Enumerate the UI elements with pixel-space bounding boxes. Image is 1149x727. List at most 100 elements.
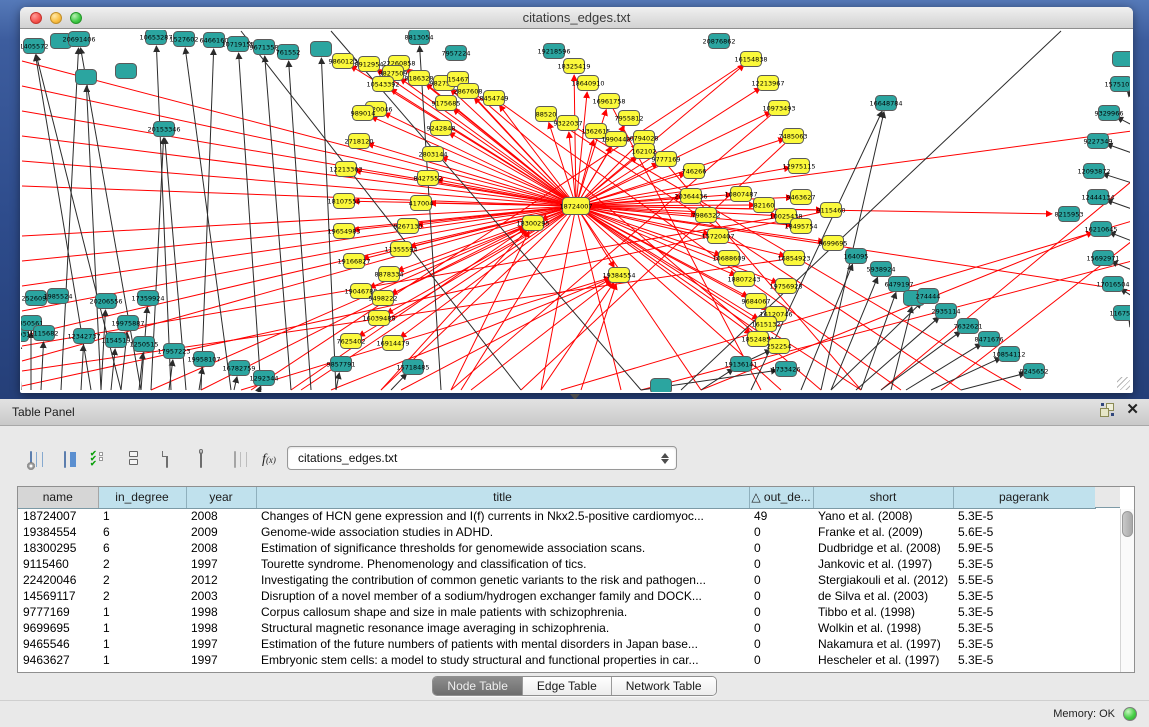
graph-node[interactable]: 11355594 xyxy=(384,242,417,257)
graph-node[interactable]: 2803144 xyxy=(419,147,448,162)
graph-node[interactable]: 17016504 xyxy=(1096,277,1129,292)
red-edge[interactable] xyxy=(576,131,1130,206)
import-table-disabled-button[interactable] xyxy=(222,446,248,472)
graph-node[interactable]: 18325419 xyxy=(557,59,590,74)
graph-node[interactable]: 8813054 xyxy=(405,30,434,45)
graph-node[interactable]: 8427552 xyxy=(414,171,443,186)
graph-node[interactable]: 1733426 xyxy=(772,362,801,377)
select-columns-button[interactable]: ✔✔✔ xyxy=(86,446,112,472)
graph-node[interactable]: 9699695 xyxy=(819,236,848,251)
graph-node[interactable]: 1405572 xyxy=(21,39,48,54)
graph-node[interactable]: 12213363 xyxy=(329,162,362,177)
graph-node[interactable]: 9245652 xyxy=(1020,364,1049,379)
graph-node[interactable]: 12213967 xyxy=(751,76,784,91)
black-edge[interactable] xyxy=(101,310,105,390)
graph-node[interactable]: 7957224 xyxy=(442,46,471,61)
tab-edge-table[interactable]: Edge Table xyxy=(523,677,612,695)
network-canvas[interactable]: 1405572206914061065328715276026466160107… xyxy=(21,30,1132,392)
graph-node[interactable]: 19218596 xyxy=(537,44,570,59)
graph-node[interactable]: 8878334 xyxy=(375,267,404,282)
delete-table-button[interactable] xyxy=(188,446,214,472)
graph-node[interactable]: 252254 xyxy=(767,339,792,354)
graph-node[interactable]: 9115460 xyxy=(817,203,846,218)
table-scrollbar-thumb[interactable] xyxy=(1122,511,1133,537)
graph-node[interactable]: 16914479 xyxy=(376,336,409,351)
black-edge[interactable] xyxy=(111,349,115,390)
graph-node[interactable]: 1167535 xyxy=(1110,306,1130,321)
graph-node[interactable]: 20876862 xyxy=(702,34,735,49)
network-window-titlebar[interactable]: citations_edges.txt xyxy=(20,7,1133,29)
graph-node[interactable]: 9684067 xyxy=(742,294,771,309)
graph-node[interactable]: 9322037 xyxy=(554,116,583,131)
column-visibility-button[interactable] xyxy=(52,446,78,472)
graph-node[interactable] xyxy=(1113,52,1131,67)
graph-node[interactable]: 5938924 xyxy=(867,262,896,277)
graph-node[interactable]: 10688609 xyxy=(712,251,745,266)
column-header-year[interactable]: year xyxy=(186,487,256,508)
red-edge[interactable] xyxy=(546,114,961,390)
graph-node[interactable]: 18640910 xyxy=(571,76,604,91)
graph-node[interactable]: 761552 xyxy=(276,45,301,60)
table-scrollbar[interactable] xyxy=(1120,509,1134,672)
graph-node[interactable]: 1527602 xyxy=(170,32,199,47)
graph-node[interactable]: 19958107 xyxy=(187,352,220,367)
red-edge[interactable] xyxy=(471,281,612,390)
red-edge[interactable] xyxy=(401,279,611,390)
graph-node[interactable]: 16210645 xyxy=(1084,222,1117,237)
column-header-pagerank[interactable]: pagerank xyxy=(953,487,1095,508)
black-edge[interactable] xyxy=(81,345,84,390)
graph-node[interactable]: 18724007 xyxy=(559,198,592,215)
graph-node[interactable]: 1250515 xyxy=(130,337,159,352)
graph-node[interactable]: 1990448 xyxy=(602,132,631,147)
table-row[interactable]: 1456911722003Disruption of a novel membe… xyxy=(18,588,1095,604)
black-edge[interactable] xyxy=(831,302,922,390)
graph-node[interactable]: 1615132 xyxy=(752,317,781,332)
graph-node[interactable]: 746266 xyxy=(682,164,707,179)
graph-node[interactable]: 9463627 xyxy=(787,190,816,205)
graph-node[interactable]: 9777169 xyxy=(652,152,681,167)
graph-node[interactable]: 1292344 xyxy=(250,371,279,386)
table-settings-button[interactable] xyxy=(18,446,44,472)
graph-node[interactable]: 7955812 xyxy=(615,111,644,126)
graph-node[interactable]: 9175685 xyxy=(432,96,461,111)
black-edge[interactable] xyxy=(185,48,231,390)
graph-node[interactable]: 8215953 xyxy=(1055,207,1084,222)
black-edge[interactable] xyxy=(239,53,261,390)
table-source-select[interactable]: citations_edges.txt xyxy=(287,446,677,470)
citation-graph[interactable]: 1405572206914061065328715276026466160107… xyxy=(21,30,1130,392)
red-edge[interactable] xyxy=(541,282,614,390)
black-edge[interactable] xyxy=(234,377,237,390)
graph-node[interactable]: 417004 xyxy=(409,196,434,211)
column-header-in_degree[interactable]: in_degree xyxy=(98,487,186,508)
graph-node[interactable]: 9329966 xyxy=(1095,106,1124,121)
column-header-out_de[interactable]: △ out_de... xyxy=(749,487,813,508)
black-edge[interactable] xyxy=(259,386,261,390)
graph-node[interactable]: 9242848 xyxy=(427,121,456,136)
black-edge[interactable] xyxy=(1109,232,1130,241)
table-row[interactable]: 977716911998Corpus callosum shape and si… xyxy=(18,604,1095,620)
graph-node[interactable]: 9671358 xyxy=(250,40,279,55)
graph-node[interactable]: 164095 xyxy=(844,249,869,264)
column-header-name[interactable]: name xyxy=(18,487,98,508)
red-edge[interactable] xyxy=(384,113,576,206)
table-row[interactable]: 946362711997Embryonic stem cells: a mode… xyxy=(18,652,1095,668)
graph-node[interactable]: 989014 xyxy=(351,106,376,121)
black-edge[interactable] xyxy=(681,31,1061,390)
graph-node[interactable]: 20153346 xyxy=(147,122,180,137)
row-height-button[interactable] xyxy=(120,446,146,472)
column-header-short[interactable]: short xyxy=(813,487,953,508)
graph-node[interactable]: 17957223 xyxy=(157,344,190,359)
graph-node[interactable]: 1985524 xyxy=(44,289,73,304)
table-row[interactable]: 2242004622012Investigating the contribut… xyxy=(18,572,1095,588)
graph-node[interactable]: 1154519 xyxy=(102,333,131,348)
graph-node[interactable]: 8454749 xyxy=(480,91,509,106)
graph-node[interactable]: 7986322 xyxy=(692,208,721,223)
graph-node[interactable]: 2935114 xyxy=(932,304,961,319)
black-edge[interactable] xyxy=(86,86,101,390)
black-edge[interactable] xyxy=(201,49,214,390)
graph-node[interactable]: 9498222 xyxy=(369,291,398,306)
graph-node[interactable]: 18107554 xyxy=(327,194,360,209)
graph-node[interactable] xyxy=(76,70,97,85)
graph-node[interactable]: 82160 xyxy=(754,198,775,213)
red-edge[interactable] xyxy=(241,278,610,390)
